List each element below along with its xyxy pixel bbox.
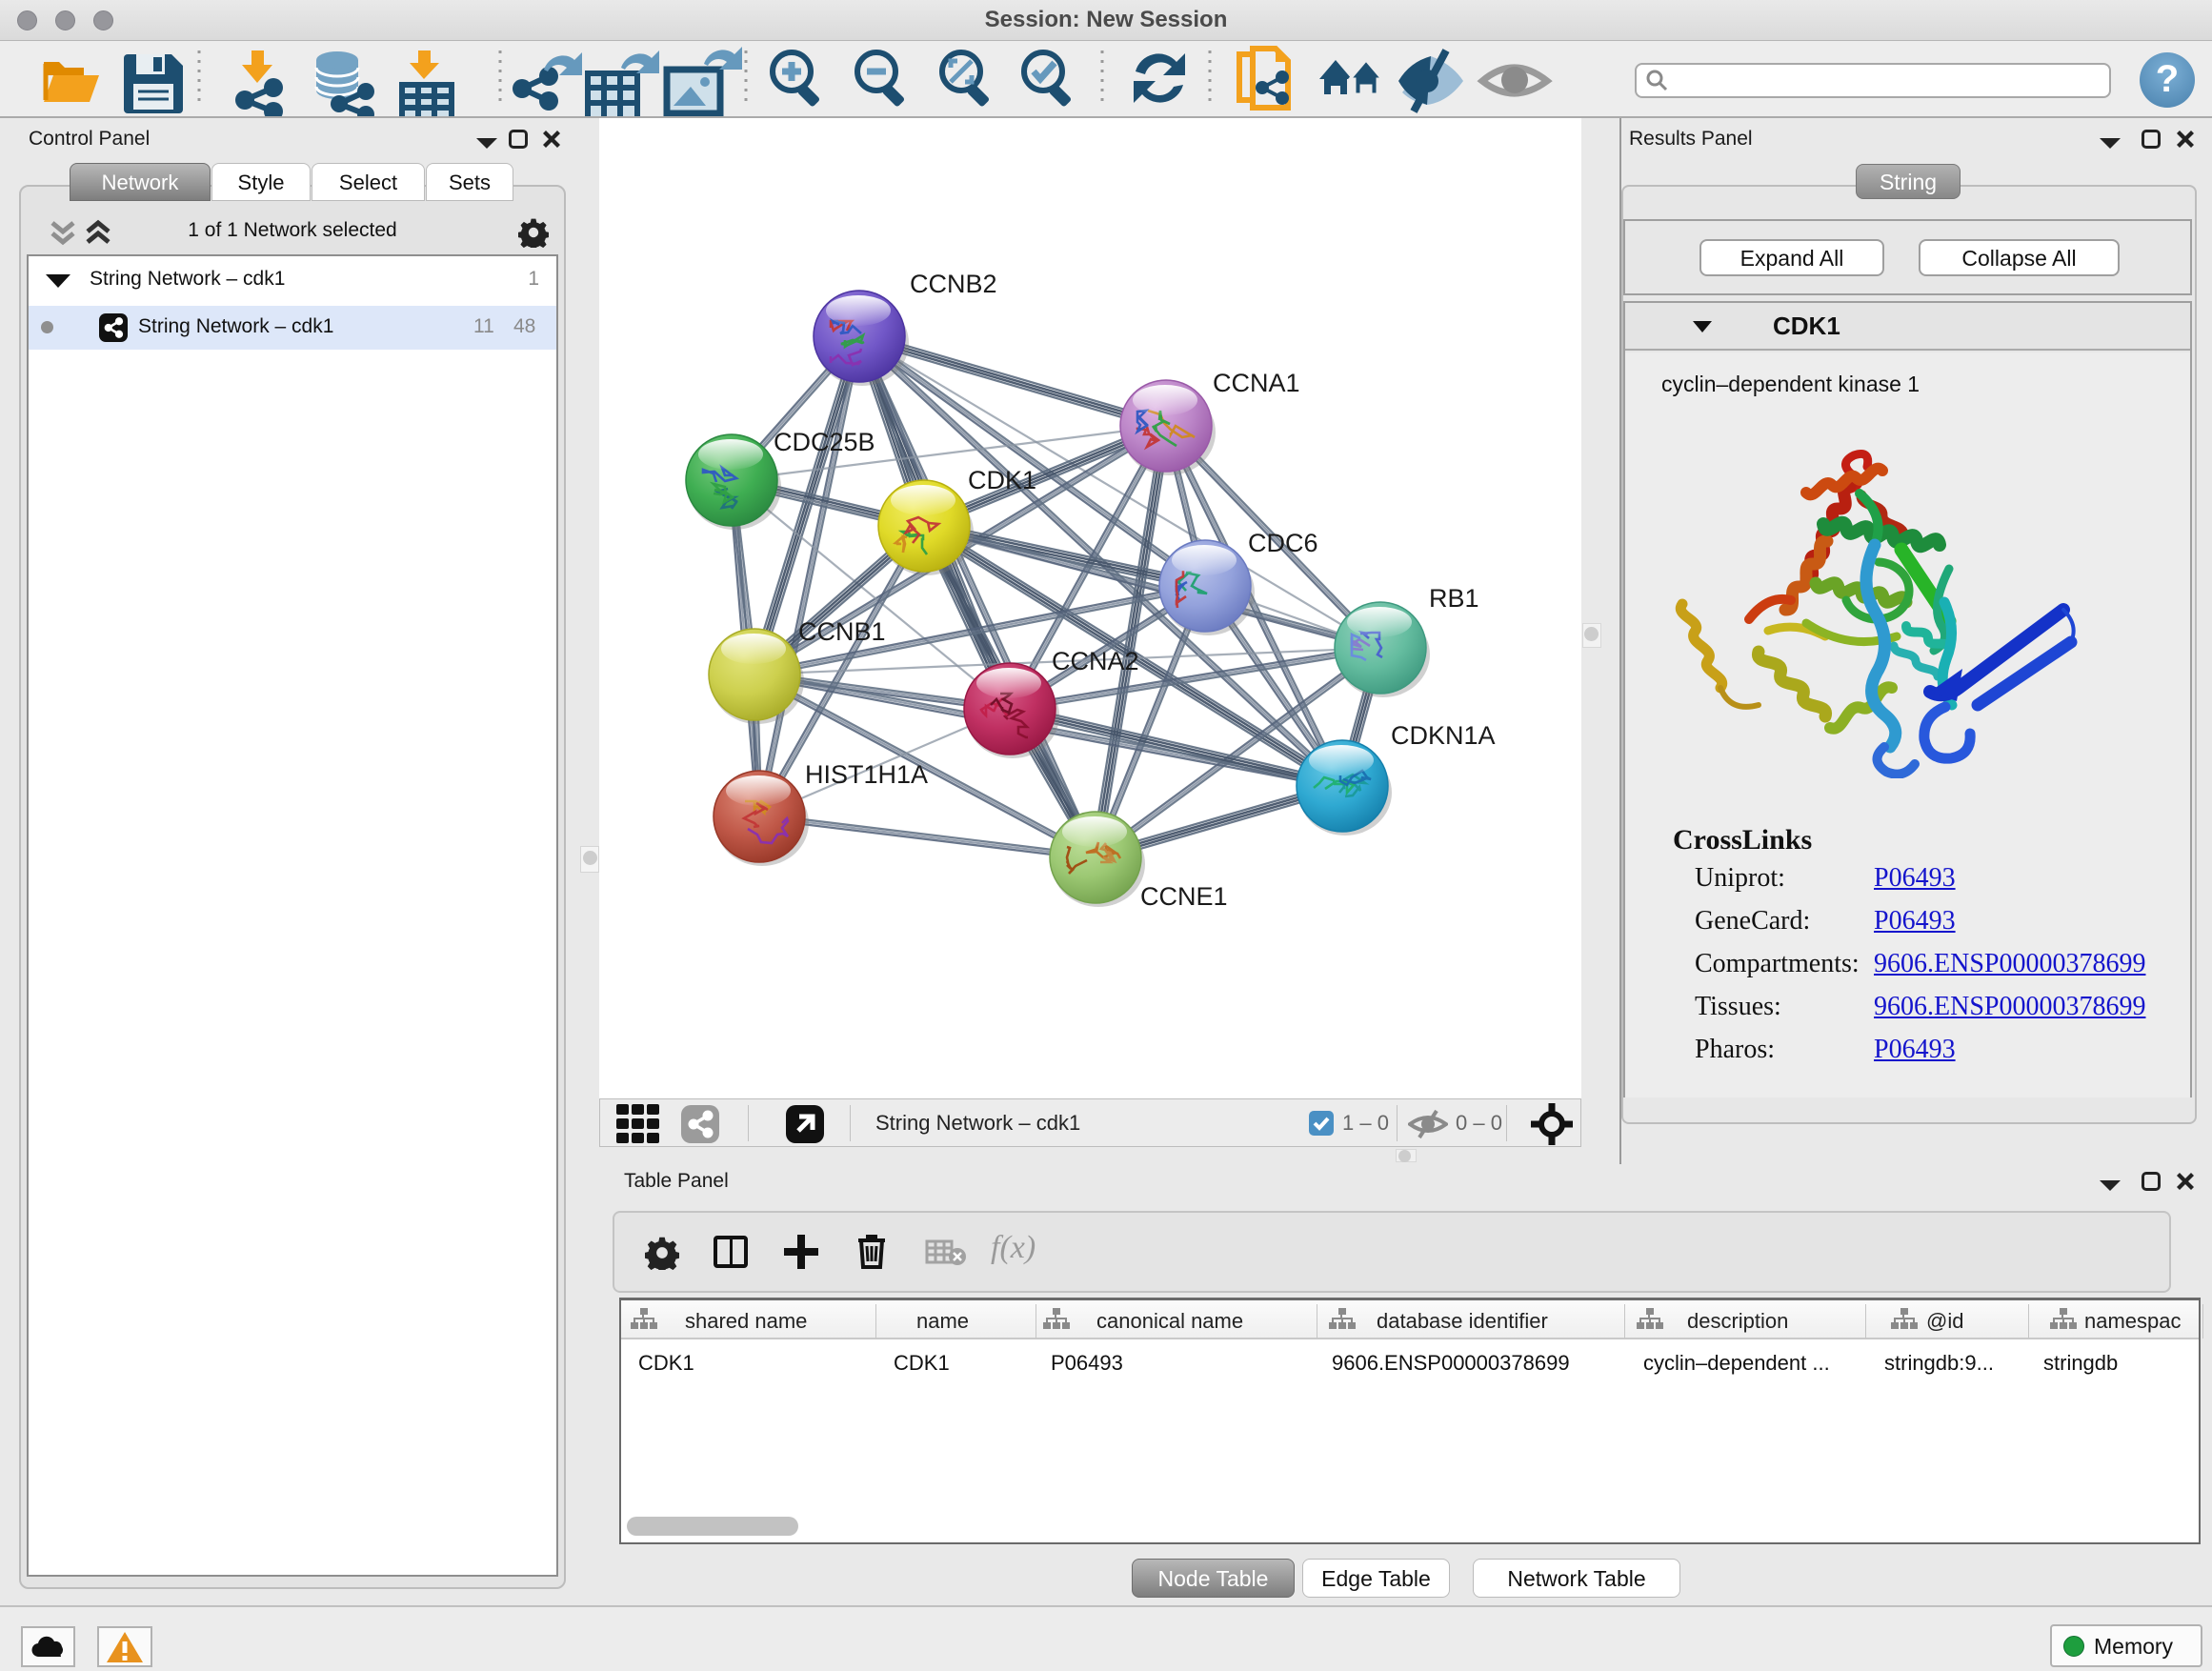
svg-text:RB1: RB1	[1429, 584, 1479, 613]
svg-text:CCNB1: CCNB1	[798, 617, 886, 646]
svg-text:CCNA1: CCNA1	[1213, 369, 1300, 397]
svg-text:CDK1: CDK1	[968, 466, 1036, 494]
svg-text:HIST1H1A: HIST1H1A	[805, 760, 928, 789]
svg-text:CDC6: CDC6	[1248, 529, 1318, 557]
svg-text:CCNE1: CCNE1	[1140, 882, 1228, 911]
svg-text:CCNA2: CCNA2	[1052, 647, 1139, 675]
svg-text:CDC25B: CDC25B	[774, 428, 875, 456]
svg-text:CDKN1A: CDKN1A	[1391, 721, 1496, 750]
svg-text:CCNB2: CCNB2	[910, 270, 997, 298]
